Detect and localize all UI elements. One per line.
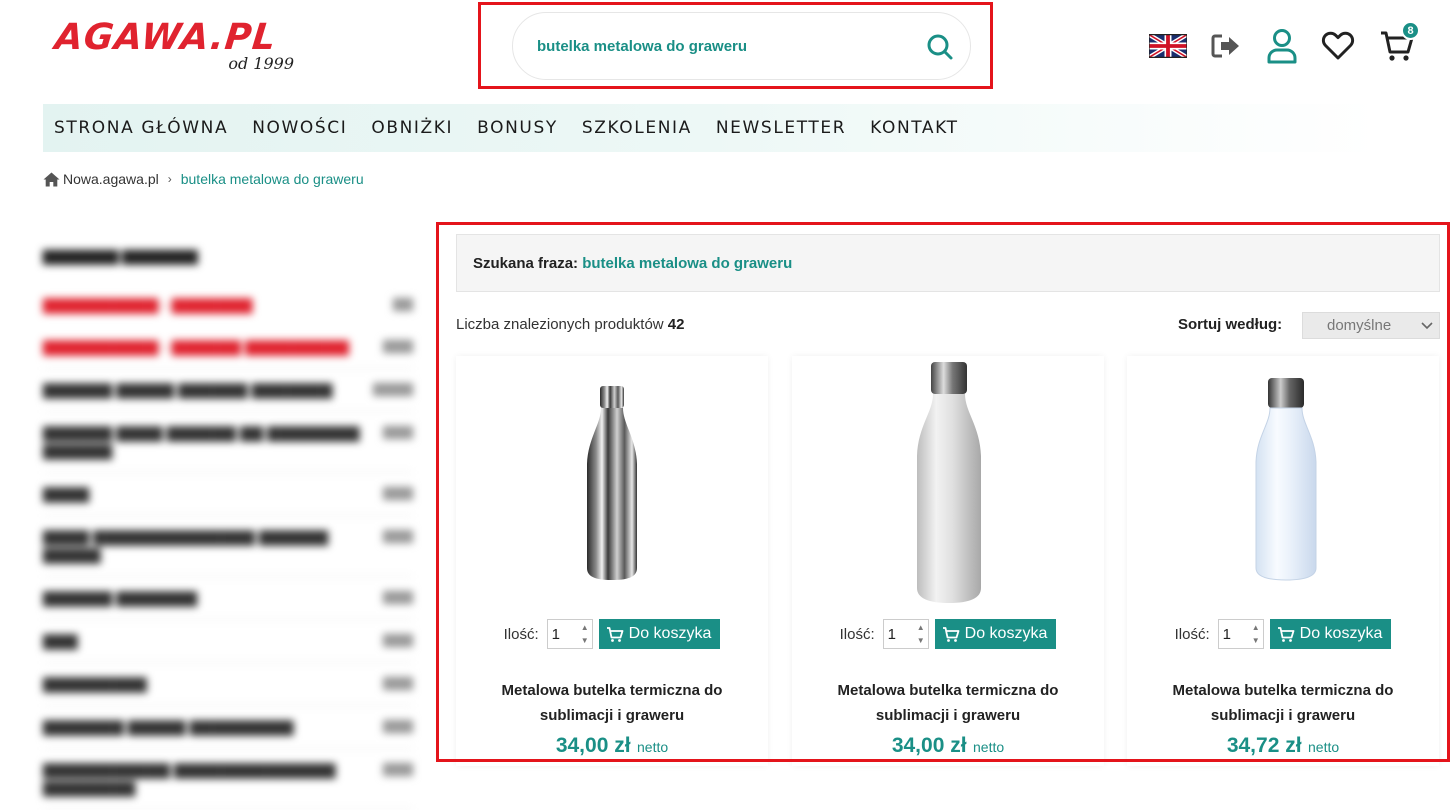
account-button[interactable] bbox=[1263, 28, 1301, 64]
sidebar-item[interactable]: ▇▇▇▇▇▇▇▇▇▇▇ ▇▇▇▇▇▇▇▇▇▇▇▇▇▇ ▇▇▇▇▇▇▇▇ ▇▇▇ bbox=[43, 749, 413, 810]
wishlist-button[interactable] bbox=[1319, 28, 1357, 64]
language-switch-en[interactable] bbox=[1149, 28, 1187, 64]
sidebar-item[interactable]: ▇▇▇▇▇▇▇▇▇▇ - ▇▇▇▇▇▇▇ ▇▇ bbox=[43, 284, 413, 326]
search-icon bbox=[927, 34, 953, 60]
results-highlight-frame bbox=[436, 222, 1450, 762]
heart-icon bbox=[1321, 31, 1355, 60]
site-logo[interactable]: AGAWA.PL od 1999 bbox=[52, 17, 300, 78]
nav-newsletter[interactable]: NEWSLETTER bbox=[716, 118, 846, 138]
sidebar-item[interactable]: ▇▇▇▇▇▇ ▇▇▇▇▇▇▇ ▇▇▇ bbox=[43, 577, 413, 620]
logout-button[interactable] bbox=[1207, 28, 1245, 64]
nav-new[interactable]: NOWOŚCI bbox=[252, 118, 347, 138]
user-icon bbox=[1267, 29, 1297, 64]
sidebar-item[interactable]: ▇▇▇ ▇▇▇ bbox=[43, 620, 413, 663]
search-input[interactable] bbox=[537, 31, 917, 61]
search-button[interactable] bbox=[924, 31, 956, 63]
logo-text: AGAWA.PL bbox=[52, 17, 279, 58]
logout-icon bbox=[1211, 34, 1239, 58]
breadcrumb-home[interactable]: Nowa.agawa.pl bbox=[43, 171, 159, 187]
sidebar-item[interactable]: ▇▇▇▇▇▇▇ ▇▇▇▇▇ ▇▇▇▇▇▇▇▇▇ ▇▇▇ bbox=[43, 706, 413, 749]
search-bar bbox=[512, 12, 971, 80]
home-icon bbox=[43, 172, 60, 186]
main-navigation: STRONA GŁÓWNA NOWOŚCI OBNIŻKI BONUSY SZK… bbox=[43, 104, 1378, 152]
nav-contact[interactable]: KONTAKT bbox=[870, 118, 958, 138]
category-sidebar-blurred: ▇▇▇▇▇▇▇ ▇▇▇▇▇▇▇ ▇▇▇▇▇▇▇▇▇▇ - ▇▇▇▇▇▇▇ ▇▇ ▇… bbox=[43, 232, 413, 810]
cart-button[interactable]: 8 bbox=[1378, 21, 1420, 64]
sidebar-item[interactable]: ▇▇▇▇▇▇ ▇▇▇▇ ▇▇▇▇▇▇ ▇▇ ▇▇▇▇▇▇▇▇ ▇▇▇▇▇▇ ▇▇▇ bbox=[43, 412, 413, 473]
nav-bonuses[interactable]: BONUSY bbox=[477, 118, 558, 138]
breadcrumb-chevron-icon: › bbox=[167, 172, 172, 186]
sidebar-item[interactable]: ▇▇▇▇▇▇▇▇▇▇ - ▇▇▇▇▇▇ ▇▇▇▇▇▇▇▇▇ ▇▇▇ bbox=[43, 326, 413, 369]
logo-subtitle: od 1999 bbox=[228, 54, 294, 73]
sidebar-title-blurred: ▇▇▇▇▇▇▇ ▇▇▇▇▇▇▇ bbox=[43, 248, 198, 264]
cart-count-badge: 8 bbox=[1401, 21, 1420, 40]
sidebar-item[interactable]: ▇▇▇▇ ▇▇▇ bbox=[43, 473, 413, 516]
sidebar-item[interactable]: ▇▇▇▇ ▇▇▇▇▇▇▇▇▇▇▇▇▇▇ ▇▇▇▇▇▇ ▇▇▇▇▇ ▇▇▇ bbox=[43, 516, 413, 577]
nav-home[interactable]: STRONA GŁÓWNA bbox=[54, 118, 228, 138]
sidebar-item[interactable]: ▇▇▇▇▇▇▇▇▇ ▇▇▇ bbox=[43, 663, 413, 706]
nav-trainings[interactable]: SZKOLENIA bbox=[582, 118, 692, 138]
breadcrumb: Nowa.agawa.pl › butelka metalowa do graw… bbox=[43, 171, 364, 187]
sidebar-item[interactable]: ▇▇▇▇▇▇ ▇▇▇▇▇ ▇▇▇▇▇▇ ▇▇▇▇▇▇▇ ▇▇▇▇ bbox=[43, 369, 413, 412]
uk-flag-icon bbox=[1149, 34, 1187, 58]
breadcrumb-current: butelka metalowa do graweru bbox=[180, 171, 364, 187]
nav-discounts[interactable]: OBNIŻKI bbox=[371, 118, 453, 138]
breadcrumb-home-label: Nowa.agawa.pl bbox=[63, 171, 159, 187]
